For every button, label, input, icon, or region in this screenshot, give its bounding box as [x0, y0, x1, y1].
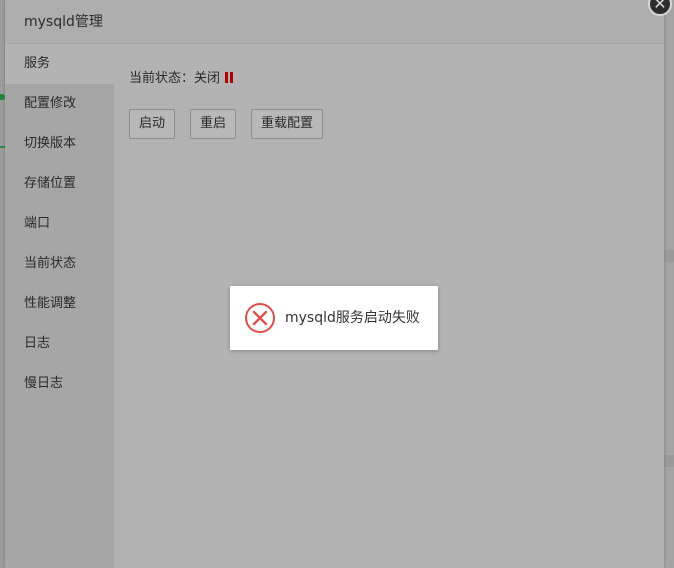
dialog-title: mysqld管理 [24, 14, 103, 30]
sidebar-item-config-edit[interactable]: 配置修改 [5, 84, 114, 124]
sidebar-item-label: 性能调整 [24, 296, 77, 311]
service-status: 当前状态：关闭 [129, 70, 234, 88]
sidebar-item-performance-tuning[interactable]: 性能调整 [5, 284, 114, 324]
sidebar-item-port[interactable]: 端口 [5, 204, 114, 244]
error-circle-icon [245, 303, 275, 333]
mysqld-manager-dialog: mysqld管理 服务 配置修改 切换版本 存储位置 端口 当前状态 性能调整 … [5, 0, 664, 568]
sidebar: 服务 配置修改 切换版本 存储位置 端口 当前状态 性能调整 日志 慢日志 [5, 44, 114, 568]
sidebar-item-label: 日志 [24, 336, 51, 351]
sidebar-item-current-status[interactable]: 当前状态 [5, 244, 114, 284]
restart-button[interactable]: 重启 [190, 109, 237, 139]
background-row-right [664, 250, 674, 262]
sidebar-item-label: 慢日志 [24, 376, 64, 391]
sidebar-item-slow-log[interactable]: 慢日志 [5, 364, 114, 404]
pause-icon [225, 72, 234, 83]
sidebar-item-label: 当前状态 [24, 256, 77, 271]
sidebar-item-storage-location[interactable]: 存储位置 [5, 164, 114, 204]
status-label: 当前状态： [129, 71, 195, 86]
reload-config-button[interactable]: 重载配置 [251, 109, 324, 139]
sidebar-item-service[interactable]: 服务 [5, 44, 114, 84]
sidebar-item-label: 存储位置 [24, 176, 77, 191]
sidebar-item-label: 服务 [24, 56, 51, 71]
sidebar-item-label: 端口 [24, 216, 51, 231]
start-button[interactable]: 启动 [129, 109, 176, 139]
close-icon: ✕ [653, 0, 667, 13]
sidebar-item-log[interactable]: 日志 [5, 324, 114, 364]
error-toast: mysqld服务启动失败 [230, 286, 438, 350]
dialog-header: mysqld管理 [5, 0, 664, 44]
sidebar-item-switch-version[interactable]: 切换版本 [5, 124, 114, 164]
background-row-right [664, 455, 674, 467]
sidebar-item-label: 切换版本 [24, 136, 77, 151]
background-page-edge-right [664, 0, 674, 568]
sidebar-item-label: 配置修改 [24, 96, 77, 111]
status-value: 关闭 [194, 71, 221, 86]
toast-message: mysqld服务启动失败 [285, 310, 420, 326]
